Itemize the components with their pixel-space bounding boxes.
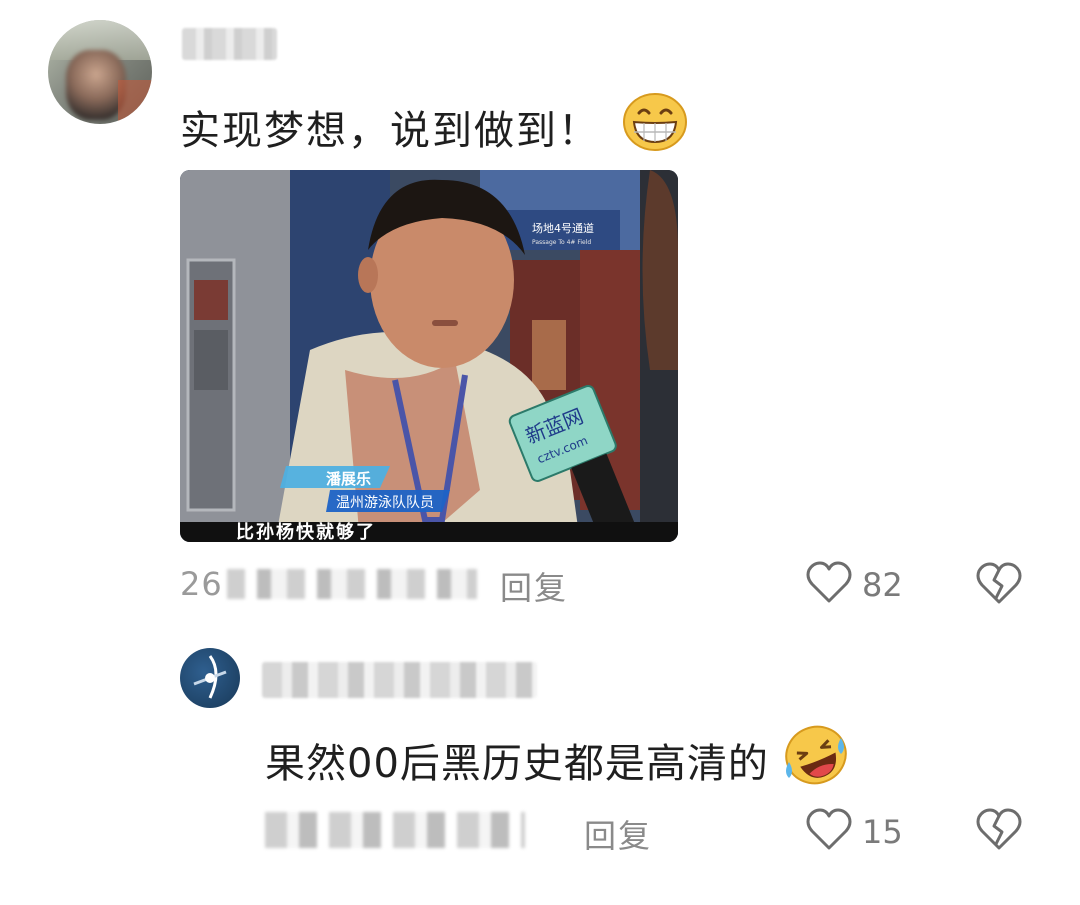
reply-body: 果然00后黑历史都是高清的 <box>265 741 769 787</box>
reply-like-count: 15 <box>862 813 903 851</box>
like-count: 82 <box>862 566 903 604</box>
broken-heart-icon <box>976 808 1022 856</box>
venue-sign: 场地4号通道 <box>532 221 594 235</box>
rolling-on-floor-laughing-icon <box>781 722 851 806</box>
broken-heart-icon <box>976 562 1022 610</box>
lower-third-name: 潘展乐 <box>326 470 372 488</box>
reply-avatar[interactable] <box>180 648 240 708</box>
reply-time-blurred <box>265 812 525 848</box>
heart-icon <box>806 808 852 856</box>
like-button[interactable]: 82 <box>806 561 903 609</box>
reply-reply-button[interactable]: 回复 <box>584 811 652 857</box>
comment-image[interactable]: 新蓝网 cztv.com 场地4号通道 Passage To 4# Field <box>180 170 678 542</box>
comment-text: 实现梦想，说到做到！ <box>180 92 688 169</box>
lower-third-role: 温州游泳队队员 <box>336 495 434 511</box>
comment-time-blurred <box>226 569 477 599</box>
reply-username-blurred[interactable] <box>262 662 537 698</box>
reply-dislike-button[interactable] <box>976 808 1022 856</box>
grinning-face-icon <box>622 92 688 169</box>
reply-comment-text: 果然00后黑历史都是高清的 <box>265 722 851 806</box>
comment-meta: 26 <box>180 562 477 606</box>
comment-time: 26 <box>180 565 223 603</box>
reply-like-button[interactable]: 15 <box>806 808 903 856</box>
comment-thread: 实现梦想，说到做到！ 新蓝网 cztv.com 场地4号通道 Passage T… <box>0 0 1080 905</box>
video-caption: 比孙杨快就够了 <box>236 522 376 543</box>
dislike-button[interactable] <box>976 562 1022 610</box>
heart-icon <box>806 561 852 609</box>
venue-sign-sub: Passage To 4# Field <box>532 239 591 246</box>
reply-button[interactable]: 回复 <box>500 563 568 609</box>
username-blurred[interactable] <box>182 28 277 60</box>
comment-body: 实现梦想，说到做到！ <box>180 107 600 154</box>
avatar[interactable] <box>48 20 152 124</box>
